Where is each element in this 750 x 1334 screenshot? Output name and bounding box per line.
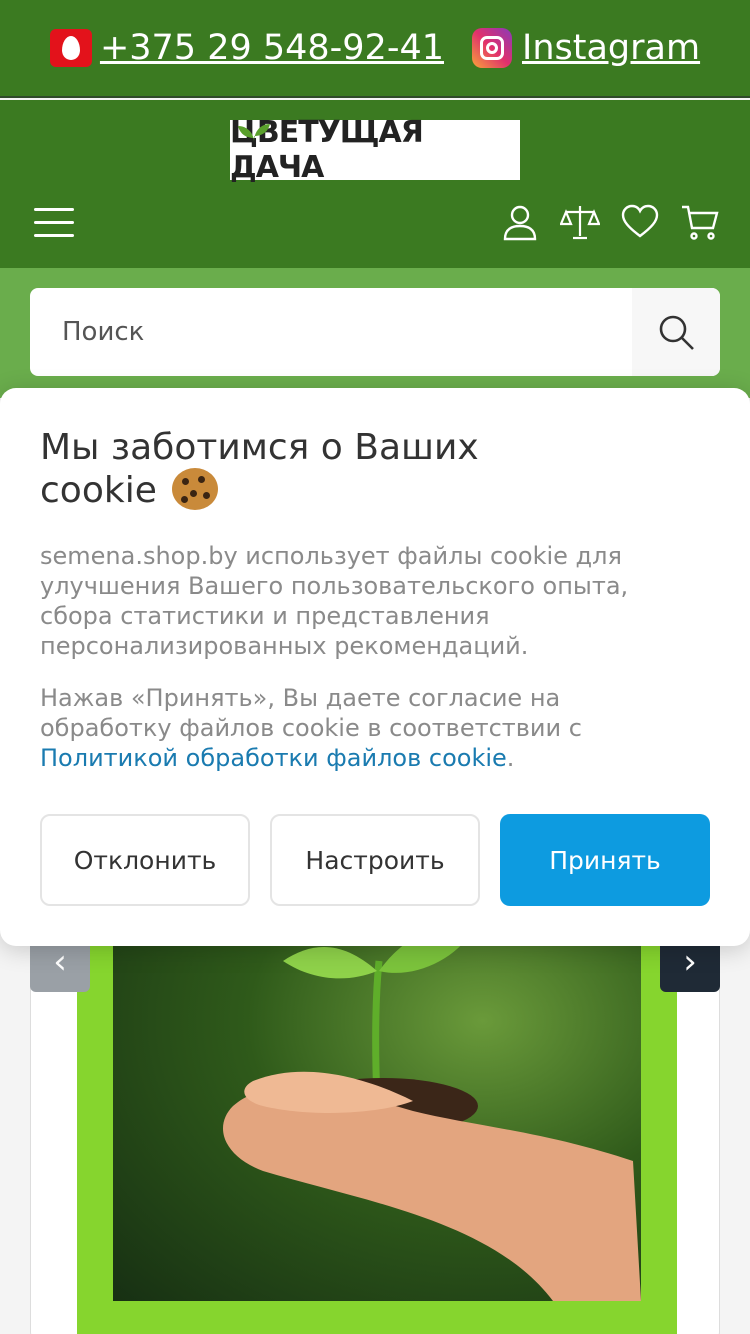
instagram-label: Instagram xyxy=(522,28,701,68)
search-input[interactable] xyxy=(30,288,632,376)
leaf-icon xyxy=(238,124,270,142)
phone-number: +375 29 548-92-41 xyxy=(99,28,444,68)
customize-button[interactable]: Настроить xyxy=(270,814,480,906)
instagram-link[interactable]: Instagram xyxy=(472,28,700,68)
decline-button[interactable]: Отклонить xyxy=(40,814,250,906)
instagram-icon xyxy=(472,28,512,68)
search-bar xyxy=(30,288,720,376)
cookie-title: Мы заботимся о Ваших cookie xyxy=(40,428,600,511)
consent-suffix: . xyxy=(506,744,515,772)
compare-icon[interactable] xyxy=(560,202,600,242)
cart-icon[interactable] xyxy=(680,202,720,242)
cookie-description: semena.shop.by использует файлы cookie д… xyxy=(40,542,629,660)
accept-button[interactable]: Принять xyxy=(500,814,710,906)
cookie-actions: Отклонить Настроить Принять xyxy=(40,814,710,906)
search-zone xyxy=(0,268,750,398)
cookie-banner: Мы заботимся о Ваших cookie semena.shop.… xyxy=(0,388,750,946)
phone-link[interactable]: +375 29 548-92-41 xyxy=(49,28,444,68)
top-contact-bar: +375 29 548-92-41 Instagram xyxy=(0,0,750,98)
site-logo[interactable]: ЦВЕТУЩАЯ ДАЧА xyxy=(230,115,520,185)
seedling-hands-illustration xyxy=(223,927,641,1301)
search-button[interactable] xyxy=(632,288,720,376)
user-icon[interactable] xyxy=(500,202,540,242)
consent-prefix: Нажав «Принять», Вы даете согласие на об… xyxy=(40,684,582,742)
heart-icon[interactable] xyxy=(620,202,660,242)
cookie-title-text: Мы заботимся о Ваших cookie xyxy=(40,427,479,511)
slide-image[interactable] xyxy=(113,901,641,1301)
search-icon xyxy=(659,315,694,350)
slide-frame xyxy=(77,901,677,1334)
site-header: ЦВЕТУЩАЯ ДАЧА xyxy=(0,100,750,268)
cookie-consent-text: Нажав «Принять», Вы даете согласие на об… xyxy=(40,683,680,773)
cookie-icon xyxy=(172,468,219,510)
header-actions xyxy=(500,202,720,242)
menu-icon[interactable] xyxy=(34,208,74,240)
operator-icon xyxy=(49,29,92,67)
cookie-policy-link[interactable]: Политикой обработки файлов cookie xyxy=(40,744,507,772)
promo-slider xyxy=(30,900,720,1334)
